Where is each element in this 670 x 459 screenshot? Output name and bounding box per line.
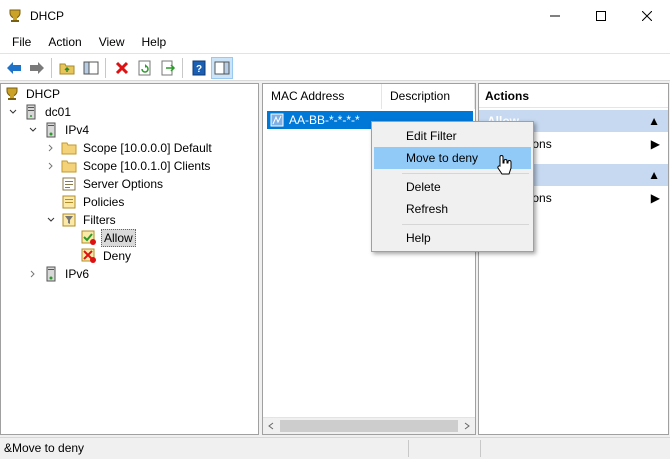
delete-button[interactable] [111,57,133,79]
svg-text:?: ? [196,64,202,75]
tree-node-server-options[interactable]: Server Options [61,175,165,193]
refresh-button[interactable] [134,57,156,79]
tree-node-scope-10-0-1-0[interactable]: Scope [10.0.1.0] Clients [45,157,212,175]
chevron-down-icon[interactable] [27,124,39,136]
collapse-up-icon[interactable]: ▲ [648,164,660,186]
submenu-arrow-icon: ▶ [650,137,660,151]
window-title: DHCP [30,8,65,23]
collapse-up-icon[interactable]: ▲ [648,110,660,132]
menu-help[interactable]: Help [135,31,174,53]
help-book-icon: ? [192,60,206,76]
scrollbar-thumb[interactable] [280,420,458,432]
close-icon [642,10,652,21]
forward-arrow-icon [30,62,44,74]
menu-file[interactable]: File [5,31,38,53]
dhcp-app-icon [8,9,22,23]
policies-icon [61,194,77,210]
chevron-down-icon[interactable] [7,106,19,118]
minimize-icon [550,15,560,16]
up-folder-icon [59,63,75,75]
forward-button[interactable] [26,57,48,79]
tree-node-scope-10-0-0-0[interactable]: Scope [10.0.0.0] Default [45,139,214,157]
context-menu-refresh[interactable]: Refresh [374,198,531,220]
close-button[interactable] [624,0,670,31]
folder-icon [61,158,77,174]
tree-node-allow[interactable]: Allow [81,229,136,247]
chevron-right-icon[interactable] [45,142,57,154]
chevron-right-icon[interactable] [27,268,39,280]
status-panel [480,440,481,457]
allow-filter-icon [81,230,97,246]
maximize-button[interactable] [578,0,624,31]
help-button[interactable]: ? [188,57,210,79]
toolbar: ? [0,53,670,81]
folder-icon [61,140,77,156]
tree-node-ipv4[interactable]: IPv4 [27,121,91,139]
chevron-right-icon[interactable] [45,160,57,172]
up-folder-button[interactable] [56,57,78,79]
column-header-description[interactable]: Description [382,84,475,109]
console-tree-icon [83,61,99,75]
show-action-pane-button[interactable] [211,57,233,79]
status-bar: &Move to deny [0,437,670,459]
context-menu-delete[interactable]: Delete [374,176,531,198]
dhcp-icon [4,86,20,102]
column-header-mac-address[interactable]: MAC Address [263,84,382,109]
actions-header: Actions [479,84,668,108]
horizontal-scrollbar[interactable] [263,417,475,434]
menu-bar: File Action View Help [0,31,670,53]
minimize-button[interactable] [532,0,578,31]
scroll-right-icon[interactable] [463,422,471,430]
title-bar: DHCP [0,0,670,31]
context-menu-help[interactable]: Help [374,227,531,249]
tree-node-ipv6[interactable]: IPv6 [27,265,91,283]
server-icon [23,104,39,120]
back-arrow-icon [7,62,21,74]
scroll-left-icon[interactable] [267,422,275,430]
tree-node-dhcp[interactable]: DHCP [4,85,62,103]
deny-filter-icon [81,248,97,264]
status-text: &Move to deny [4,441,85,455]
tree-node-filters[interactable]: Filters [45,211,118,229]
export-icon [161,60,176,76]
ipv6-icon [43,266,59,282]
server-options-icon [61,176,77,192]
context-menu-edit-filter[interactable]: Edit Filter [374,125,531,147]
chevron-down-icon[interactable] [45,214,57,226]
menu-action[interactable]: Action [41,31,88,53]
ipv4-icon [43,122,59,138]
action-pane-icon [214,61,230,75]
status-panel [408,440,409,457]
export-list-button[interactable] [157,57,179,79]
refresh-icon [138,60,151,76]
console-tree: DHCP dc01 IPv4 Scope [10.0.0.0] Default … [0,83,259,435]
tree-node-policies[interactable]: Policies [61,193,126,211]
tree-node-deny[interactable]: Deny [81,247,133,265]
tree-node-dc01[interactable]: dc01 [7,103,73,121]
context-menu: Edit Filter Move to deny Delete Refresh … [371,121,534,252]
submenu-arrow-icon: ▶ [650,191,660,205]
mac-filter-icon [269,112,285,128]
filter-icon [61,212,77,228]
delete-x-icon [115,61,129,75]
back-button[interactable] [3,57,25,79]
menu-separator [402,224,529,225]
show-hide-tree-button[interactable] [80,57,102,79]
mac-address-value: AA-BB-*-*-*-* [289,113,360,127]
menu-view[interactable]: View [92,31,132,53]
maximize-icon [596,10,606,21]
mouse-pointer-icon [497,155,512,175]
